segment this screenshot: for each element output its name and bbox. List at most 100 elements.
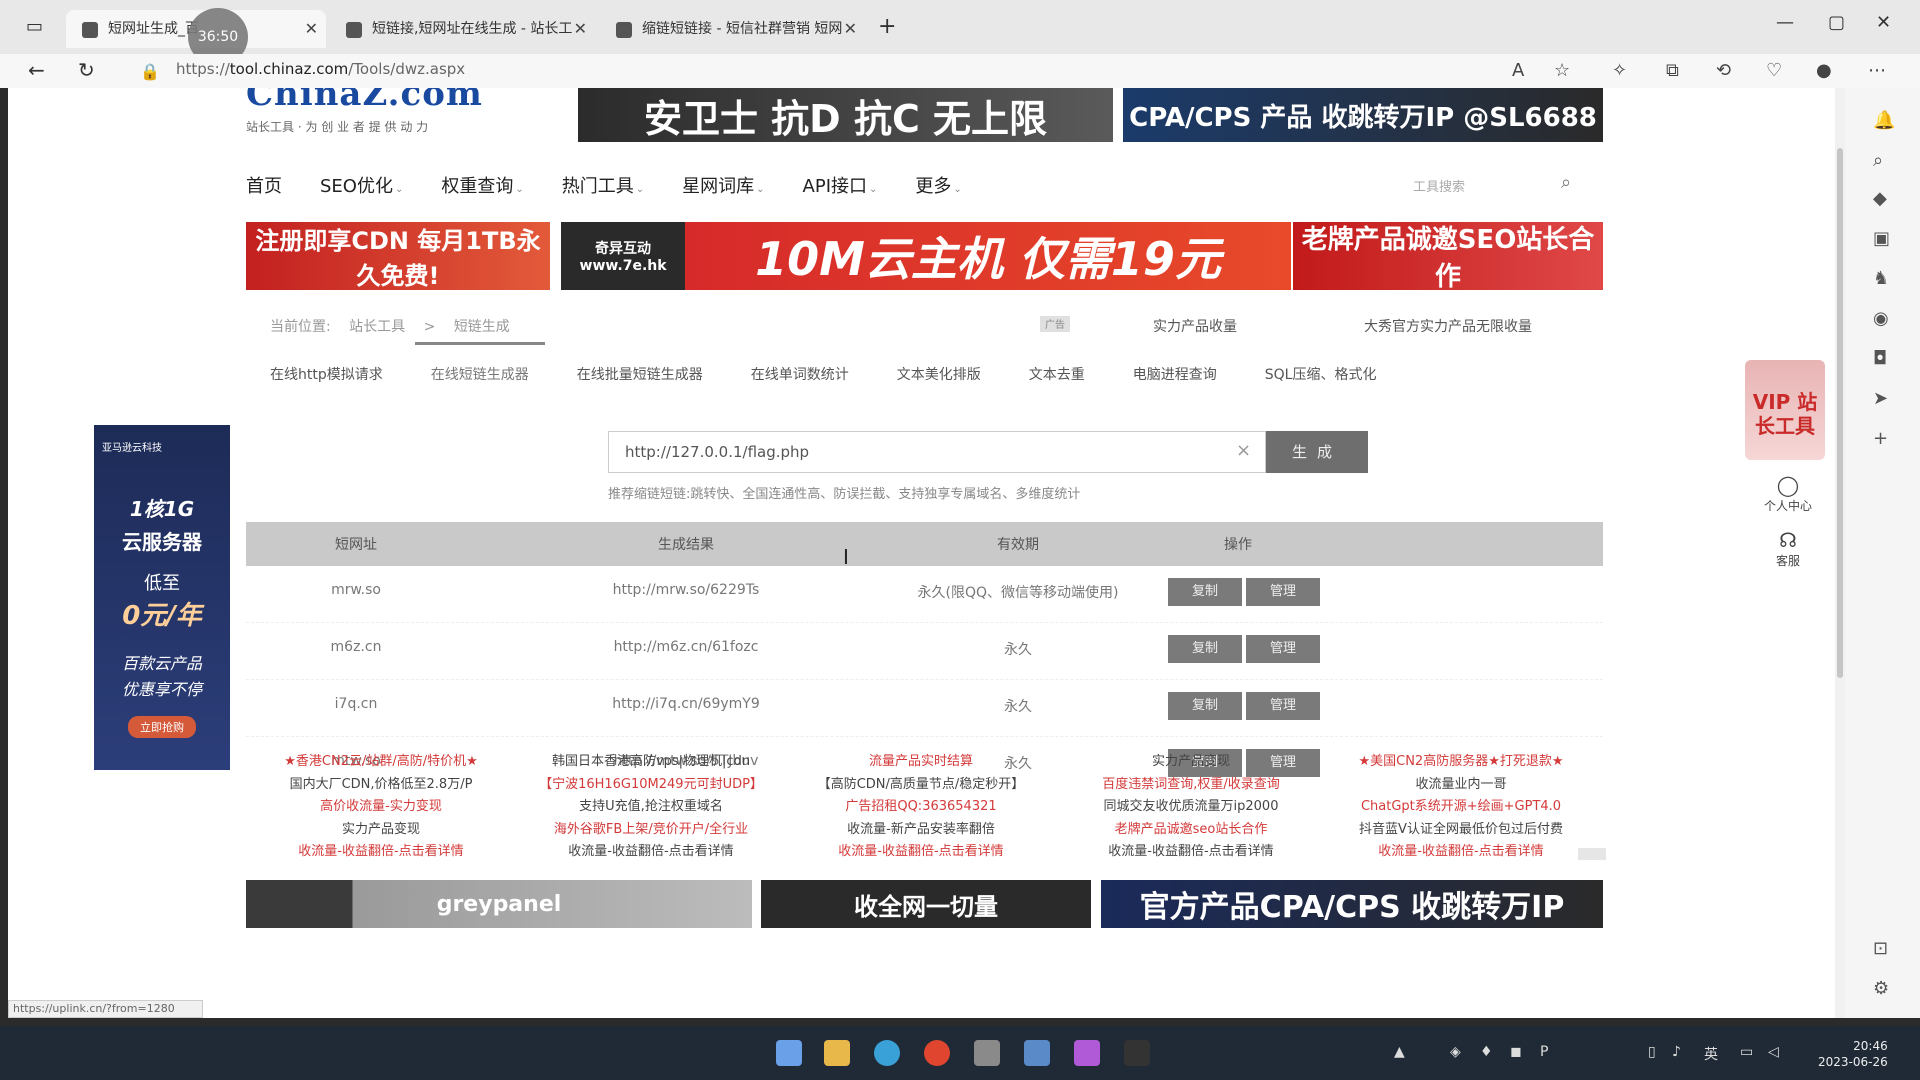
tab-chinaz-dwz[interactable]: 短链接,短网址在线生成 - 站长工 ✕ <box>330 10 595 48</box>
app-icon[interactable] <box>1024 1040 1050 1066</box>
tray-icon[interactable]: ♦ <box>1480 1044 1493 1060</box>
tray-icon[interactable]: ◈ <box>1450 1044 1461 1060</box>
ad-link[interactable]: 国内大厂CDN,价格低至2.8万/P <box>246 774 516 797</box>
pycharm-icon[interactable] <box>1074 1040 1100 1066</box>
manage-button[interactable]: 管理 <box>1246 692 1320 720</box>
history-icon[interactable]: ⟲ <box>1716 60 1731 81</box>
ad-link[interactable]: 收流量-收益翻倍-点击看详情 <box>516 841 786 864</box>
tool-search-input[interactable]: 工具搜索 <box>1413 176 1465 195</box>
lock-icon[interactable]: 🔒 <box>140 62 160 81</box>
scrollbar-thumb[interactable] <box>1837 148 1843 678</box>
nav-hot-tools[interactable]: 热门工具 ⌄ <box>562 172 644 204</box>
nav-seo[interactable]: SEO优化 ⌄ <box>320 172 403 204</box>
ad-banner-anweishi[interactable]: 安卫士 抗D 抗C 无上限 <box>578 88 1113 142</box>
ad-link[interactable]: 收流量-新产品安装率翻倍 <box>786 819 1056 842</box>
ad-link[interactable]: 收流量业内一哥 <box>1326 774 1596 797</box>
nav-home[interactable]: 首页 <box>246 172 282 204</box>
new-tab-icon[interactable]: + <box>878 14 896 39</box>
tab-http-request[interactable]: 在线http模拟请求 <box>270 364 383 384</box>
ad-link[interactable]: 海外谷歌FB上架/竞价开户/全行业 <box>516 819 786 842</box>
system-clock[interactable]: 20:46 2023-06-26 <box>1818 1038 1888 1070</box>
ad-link[interactable]: 韩国日本香港高防vps|物理机|cdn <box>516 751 786 774</box>
ad-link[interactable]: 流量产品实时结算 <box>786 751 1056 774</box>
ime-indicator[interactable]: 英 <box>1704 1044 1718 1064</box>
battery-icon[interactable]: ▯ <box>1648 1044 1656 1060</box>
tray-icon[interactable]: P <box>1540 1044 1548 1060</box>
games-icon[interactable]: ♞ <box>1873 268 1889 289</box>
clear-input-icon[interactable]: × <box>1236 440 1251 461</box>
search-icon[interactable]: ⌕ <box>1561 172 1571 193</box>
nav-keywords[interactable]: 星网词库 ⌄ <box>682 172 764 204</box>
ad-toggle[interactable] <box>1578 848 1606 860</box>
side-ad-aws[interactable]: 亚马逊云科技 1核1G 云服务器 低至 0元/年 百款云产品 优惠享不停 立即抢… <box>94 425 230 770</box>
tab-close-icon[interactable]: ✕ <box>305 10 318 48</box>
chrome-browser-icon[interactable] <box>924 1040 950 1066</box>
ad-banner-traffic[interactable]: 收全网一切量 <box>761 880 1091 928</box>
tab-text-dedupe[interactable]: 文本去重 <box>1029 364 1085 384</box>
ad-banner-cpa-bottom[interactable]: 官方产品CPA/CPS 收跳转万IP <box>1101 880 1603 928</box>
favorite-star-icon[interactable]: ☆ <box>1554 60 1570 81</box>
customer-service[interactable]: ☊ 客服 <box>1755 528 1821 569</box>
terminal-icon[interactable] <box>1124 1040 1150 1066</box>
mic-icon[interactable]: ♪ <box>1672 1044 1681 1060</box>
refresh-icon[interactable]: ↻ <box>78 58 95 82</box>
url-field[interactable]: https://tool.chinaz.com/Tools/dwz.aspx <box>176 60 465 78</box>
vip-badge[interactable]: VIP 站长工具 <box>1745 360 1825 460</box>
ad-banner-cpa-top[interactable]: CPA/CPS 产品 收跳转万IP @SL6688 <box>1123 88 1603 142</box>
tab-actions-icon[interactable]: ▭ <box>26 16 43 37</box>
ad-link[interactable]: 收流量-收益翻倍-点击看详情 <box>246 841 516 864</box>
ad-link[interactable]: 收流量-收益翻倍-点击看详情 <box>1056 841 1326 864</box>
tab-text-format[interactable]: 文本美化排版 <box>897 364 981 384</box>
tab-close-icon[interactable]: ✕ <box>844 10 857 48</box>
tab-close-icon[interactable]: ✕ <box>574 10 587 48</box>
ad-link[interactable]: ★香港CN2云/站群/高防/特价机★ <box>246 751 516 774</box>
ad-banner-cdn[interactable]: 注册即享CDN 每月1TB永久免费! <box>246 222 550 290</box>
row-result[interactable]: http://m6z.cn/61fozc <box>614 639 759 655</box>
ad-link[interactable]: 【宁波16H16G10M249元可封UDP】 <box>516 774 786 797</box>
ad-link[interactable]: 实力产品变现 <box>246 819 516 842</box>
close-window-icon[interactable]: ✕ <box>1876 12 1891 33</box>
user-center[interactable]: ◯ 个人中心 <box>1755 473 1821 514</box>
ad-link[interactable]: 老牌产品诚邀seo站长合作 <box>1056 819 1326 842</box>
bell-icon[interactable]: 🔔 <box>1873 110 1895 131</box>
nav-weight[interactable]: 权重查询 ⌄ <box>441 172 523 204</box>
toolbox-icon[interactable]: ▣ <box>1873 228 1890 249</box>
file-explorer-icon[interactable] <box>824 1040 850 1066</box>
breadcrumb-link[interactable]: 站长工具 <box>349 319 405 335</box>
ad-link[interactable]: ★美国CN2高防服务器★打死退款★ <box>1326 751 1596 774</box>
page-scrollbar[interactable] <box>1835 88 1845 1018</box>
extensions-icon[interactable]: ✧ <box>1612 60 1627 81</box>
start-icon[interactable] <box>776 1040 802 1066</box>
maximize-icon[interactable]: ▢ <box>1828 12 1845 33</box>
tab-sql-format[interactable]: SQL压缩、格式化 <box>1265 364 1377 384</box>
tab-short-link-generator[interactable]: 在线短链生成器 <box>414 342 545 384</box>
ad-link[interactable]: 收流量-收益翻倍-点击看详情 <box>786 841 1056 864</box>
tag-icon[interactable]: ◆ <box>1873 188 1887 209</box>
ad-banner-greypanel[interactable]: greypanel <box>246 880 752 928</box>
profile-avatar-icon[interactable]: ● <box>1816 60 1832 81</box>
site-logo[interactable]: ChinaZ.com <box>246 88 483 114</box>
volume-icon[interactable]: ◁ <box>1768 1044 1779 1060</box>
back-icon[interactable]: ← <box>28 58 45 82</box>
text-ad-link-2[interactable]: 大秀官方实力产品无限收量 <box>1364 316 1532 336</box>
read-aloud-icon[interactable]: A <box>1512 60 1524 81</box>
ad-link[interactable]: 抖音蓝V认证全网最低价包过后付费 <box>1326 819 1596 842</box>
tab-batch-short-link[interactable]: 在线批量短链生成器 <box>577 364 703 384</box>
breadcrumb-current[interactable]: 短链生成 <box>454 319 510 335</box>
ad-link[interactable]: 广告招租QQ:363654321 <box>786 796 1056 819</box>
edge-browser-icon[interactable] <box>874 1040 900 1066</box>
generate-button[interactable]: 生成 <box>1266 431 1368 473</box>
search-icon[interactable]: ⌕ <box>1873 150 1883 171</box>
collections-icon[interactable]: ⧉ <box>1666 60 1679 81</box>
send-icon[interactable]: ➤ <box>1873 388 1888 409</box>
more-menu-icon[interactable]: ⋯ <box>1868 60 1886 81</box>
copy-button[interactable]: 复制 <box>1168 578 1242 606</box>
copy-button[interactable]: 复制 <box>1168 692 1242 720</box>
ad-link[interactable]: 【高防CDN/高质量节点/稳定秒开】 <box>786 774 1056 797</box>
recommend-hint[interactable]: 推荐缩链短链:跳转快、全国连通性高、防误拦截、支持独享专属域名、多维度统计 <box>608 483 1080 502</box>
ad-link[interactable]: 高价收流量-实力变现 <box>246 796 516 819</box>
nav-api[interactable]: API接口 ⌄ <box>803 172 878 204</box>
app-icon[interactable] <box>974 1040 1000 1066</box>
performance-icon[interactable]: ♡ <box>1766 60 1782 81</box>
ad-link[interactable]: 收流量-收益翻倍-点击看详情 <box>1326 841 1596 864</box>
